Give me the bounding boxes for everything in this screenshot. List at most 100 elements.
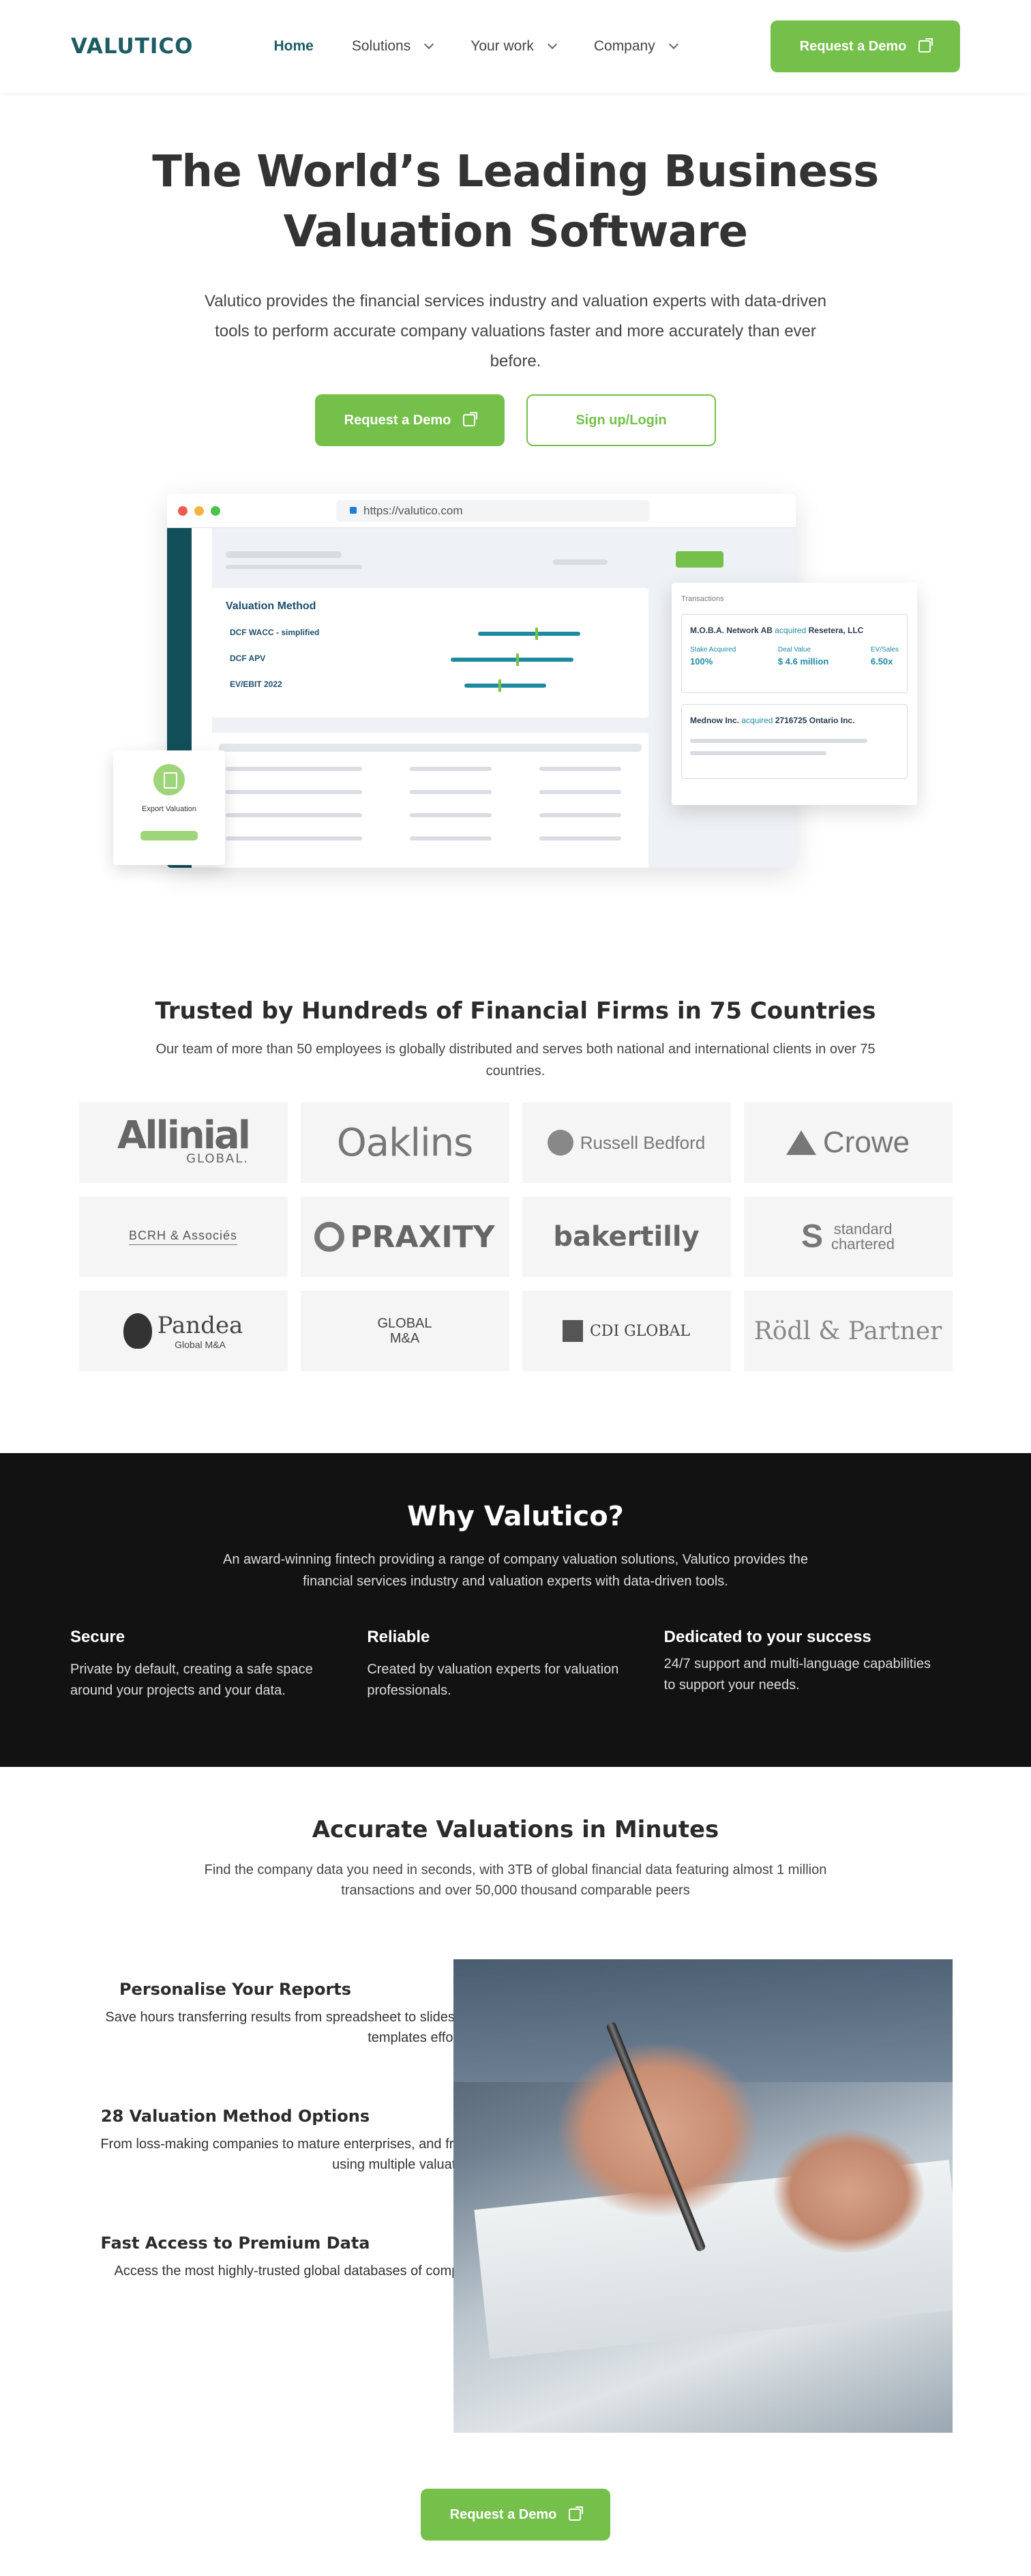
data-table-panel [212, 733, 648, 868]
hero-buttons: Request a Demo Sign up/Login [0, 394, 1031, 446]
signup-login-button[interactable]: Sign up/Login [526, 394, 716, 446]
signing-document-photo [453, 1959, 953, 2433]
top-nav: VALUTICO Home Solutions Your work Compan… [0, 0, 1031, 93]
external-link-icon [463, 412, 478, 426]
client-logos-grid: Allinial GLOBAL. Oaklins Russell Bedford … [0, 1102, 1031, 1371]
why-col-title: Secure [70, 1628, 125, 1646]
cdi-mark-icon [562, 1320, 583, 1342]
why-col-text: 24/7 support and multi-language capabili… [663, 1656, 931, 1693]
method-row: DCF APV [230, 654, 266, 663]
hero-description: Valutico provides the financial services… [204, 292, 827, 370]
placeholder-line [539, 767, 621, 771]
transaction-title: M.O.B.A. Network AB acquired Resetera, L… [690, 626, 899, 635]
crowe-mark-icon [786, 1130, 816, 1155]
why-section: Why Valutico? An award-winning fintech p… [0, 1453, 1031, 1767]
method-range-bar [451, 658, 573, 662]
nav-item-company[interactable]: Company [594, 38, 678, 55]
balloon-icon [123, 1313, 152, 1349]
method-range-bar [464, 684, 546, 688]
feature-item: 28 Valuation Method Options From loss-mak… [92, 2107, 765, 2175]
logo-text: BCRH & Associés [128, 1229, 238, 1245]
button-label: Sign up/Login [576, 412, 667, 428]
logo-text: Rödl & Partner [753, 1317, 942, 1345]
placeholder-line [410, 767, 492, 771]
praxity-mark-icon [314, 1222, 345, 1252]
why-col-secure: Secure Private by default, creating a saf… [70, 1628, 367, 1701]
url-bar: https://valutico.com [336, 499, 650, 522]
logo-global-ma: GLOBAL M&A [300, 1291, 509, 1371]
logo-allinial: Allinial GLOBAL. [78, 1102, 288, 1183]
stat-ev-sales: EV/Sales 6.50x [871, 646, 899, 667]
acquirer-name: Mednow Inc. [690, 716, 739, 725]
placeholder-line [226, 565, 362, 569]
transaction-stats: Stake Acquired 100% Deal Value $ 4.6 milli… [690, 646, 899, 667]
minimize-dot-icon [194, 506, 204, 516]
hero-section: The World’s Leading Business Valuation So… [0, 93, 1031, 446]
export-valuation-card: Export Valuation [113, 750, 225, 865]
target-name: 2716725 Ontario Inc. [775, 716, 855, 725]
russell-bedford-mark-icon [547, 1130, 573, 1156]
placeholder-line [226, 790, 362, 794]
nav-item-home[interactable]: Home [273, 38, 313, 55]
placeholder-line [539, 790, 621, 794]
placeholder-line [226, 551, 342, 558]
why-title: Why Valutico? [407, 1501, 624, 1532]
transactions-title: Transactions [681, 595, 724, 603]
transaction-title: Mednow Inc. acquired 2716725 Ontario Inc… [690, 716, 899, 725]
logo-pandea: Pandea Global M&A [78, 1291, 288, 1371]
transaction-verb: acquired [741, 716, 773, 725]
why-col-text: Private by default, creating a safe spac… [70, 1662, 313, 1698]
bottom-cta: Request a Demo [0, 2489, 1031, 2554]
logo-text: bakertilly [553, 1221, 700, 1253]
trusted-description: Our team of more than 50 employees is gl… [155, 1042, 876, 1079]
bottom-request-demo-button[interactable]: Request a Demo [421, 2489, 610, 2541]
export-button-placeholder [140, 831, 198, 840]
stat-deal-value: Deal Value $ 4.6 million [778, 646, 828, 667]
logo-text: chartered [831, 1235, 895, 1253]
logo-crowe: Crowe [743, 1102, 953, 1183]
button-label: Request a Demo [799, 38, 907, 54]
transaction-item: Mednow Inc. acquired 2716725 Ontario Inc… [681, 704, 908, 779]
why-col-text: Created by valuation experts for valuati… [367, 1662, 619, 1698]
transactions-card: Transactions M.O.B.A. Network AB acquire… [672, 583, 917, 805]
logo-text: GLOBAL [377, 1316, 432, 1331]
why-col-title: Dedicated to your success [663, 1628, 871, 1646]
accurate-title: Accurate Valuations in Minutes [312, 1816, 719, 1843]
logo-text: M&A [389, 1331, 420, 1346]
placeholder-line [410, 836, 492, 840]
placeholder-line [410, 813, 492, 817]
browser-bar: https://valutico.com [167, 494, 796, 528]
nav-item-solutions[interactable]: Solutions [351, 38, 434, 55]
valutico-logo[interactable]: VALUTICO [71, 34, 193, 59]
feature-title: Personalise Your Reports [119, 1980, 352, 1999]
hero-request-demo-button[interactable]: Request a Demo [315, 394, 505, 446]
external-link-icon [918, 38, 933, 53]
placeholder-line [690, 739, 867, 743]
acquirer-name: M.O.B.A. Network AB [690, 626, 773, 635]
logo-text: Pandea [157, 1312, 243, 1339]
stat-label: Deal Value [777, 646, 811, 654]
nav-label: Solutions [351, 38, 411, 54]
logo-subtext: Global M&A [175, 1339, 226, 1350]
accurate-section: Accurate Valuations in Minutes Find the … [0, 1767, 1031, 2554]
button-label: Request a Demo [344, 412, 451, 428]
chevron-down-icon [547, 39, 557, 50]
placeholder-line [226, 836, 362, 840]
method-marker [535, 628, 538, 640]
stat-value: $ 4.6 million [777, 656, 829, 667]
nav-item-your-work[interactable]: Your work [470, 38, 557, 55]
placeholder-line [226, 767, 362, 771]
stat-value: 100% [690, 656, 713, 667]
placeholder-line [690, 751, 826, 755]
chevron-down-icon [668, 39, 678, 50]
request-demo-button[interactable]: Request a Demo [771, 20, 960, 72]
close-dot-icon [178, 506, 188, 516]
logo-standard-chartered: Sstandard chartered [743, 1197, 953, 1277]
logo-text: VALUTICO [71, 34, 194, 59]
method-marker [516, 654, 519, 666]
stat-stake: Stake Acquired 100% [690, 646, 736, 667]
hero-title-line: Valuation Software [283, 207, 748, 257]
chevron-down-icon [424, 39, 434, 50]
logo-bakertilly: bakertilly [522, 1197, 731, 1277]
why-columns: Secure Private by default, creating a saf… [70, 1628, 961, 1701]
